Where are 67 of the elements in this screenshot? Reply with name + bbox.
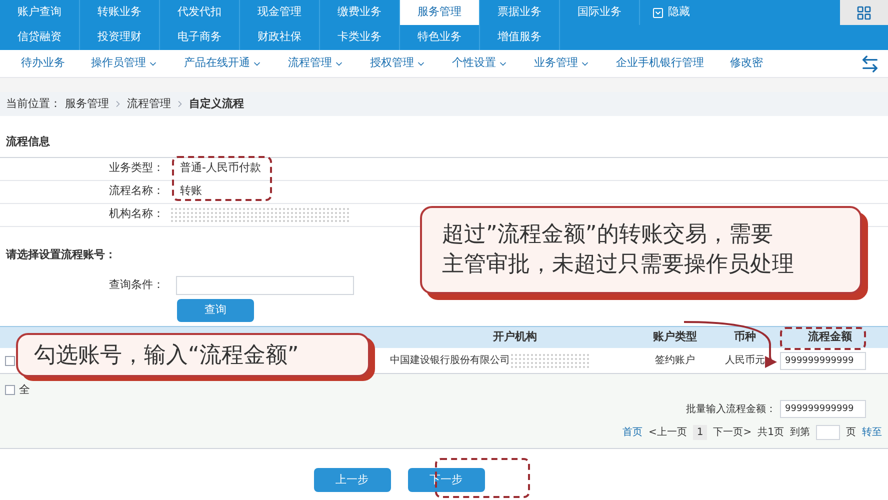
submenu-item[interactable]: 修改密 bbox=[717, 55, 776, 72]
nav-tab[interactable]: 电子商务 bbox=[160, 25, 240, 50]
page-number[interactable]: 1 bbox=[692, 424, 708, 440]
submenu-item[interactable]: 业务管理 bbox=[521, 55, 603, 72]
submenu-item[interactable]: 操作员管理 bbox=[78, 55, 171, 72]
query-button[interactable]: 查询 bbox=[177, 299, 254, 322]
collapse-icon bbox=[652, 6, 664, 18]
nav-tab[interactable]: 转账业务 bbox=[80, 0, 160, 25]
first-page-link[interactable]: 首页 bbox=[622, 424, 642, 440]
go-link[interactable]: 转至 bbox=[862, 424, 882, 440]
checkbox[interactable] bbox=[5, 356, 15, 366]
column-header: 币种 bbox=[734, 329, 756, 346]
submenu-item[interactable]: 待办业务 bbox=[8, 55, 78, 72]
table-cell-text: 中国建设银行股份有限公司 bbox=[390, 354, 510, 368]
field-value: 普通-人民币付款 bbox=[179, 160, 261, 176]
section-title: 流程信息 bbox=[6, 135, 50, 148]
nav-tab[interactable]: 信贷融资 bbox=[0, 25, 80, 50]
batch-amount-field[interactable]: 999999999999 bbox=[780, 400, 866, 418]
submenu-item[interactable]: 企业手机银行管理 bbox=[603, 55, 717, 72]
nav-tab[interactable]: 现金管理 bbox=[240, 0, 320, 25]
next-page-link[interactable]: 下一页> bbox=[713, 424, 752, 440]
nav-tab[interactable]: 卡类业务 bbox=[320, 25, 400, 50]
column-header: 开户机构 bbox=[493, 329, 537, 346]
nav-tab[interactable]: 代发代扣 bbox=[160, 0, 240, 25]
callout-text: 超过”流程金额”的转账交易，需要 bbox=[442, 221, 774, 249]
breadcrumb-item: 自定义流程 bbox=[189, 96, 244, 112]
breadcrumb-label: 当前位置： bbox=[6, 96, 61, 112]
nav-tab[interactable]: 国际业务 bbox=[560, 0, 640, 25]
field-label: 查询条件： bbox=[108, 276, 165, 293]
nav-tab[interactable]: 财政社保 bbox=[240, 25, 320, 50]
field-label: 业务类型： bbox=[108, 160, 165, 176]
checkbox[interactable] bbox=[5, 385, 15, 395]
goto-label: 页 bbox=[846, 426, 856, 440]
field-label: 流程名称： bbox=[108, 183, 165, 200]
column-header: 流程金额 bbox=[808, 329, 852, 346]
step-button[interactable]: 上一步 bbox=[314, 468, 390, 492]
callout-text: 主管审批，未超过只需要操作员处理 bbox=[442, 251, 795, 279]
submenu-item[interactable]: 授权管理 bbox=[357, 55, 439, 72]
section-title: 请选择设置流程账号： bbox=[6, 248, 116, 260]
nav-tab[interactable]: 账户查询 bbox=[0, 0, 80, 25]
grid-icon[interactable] bbox=[856, 4, 872, 20]
breadcrumb-item[interactable]: 流程管理 bbox=[127, 96, 171, 112]
page-total: 共1页 bbox=[758, 426, 784, 440]
prev-page-link[interactable]: <上一页 bbox=[648, 424, 687, 440]
hide-toggle[interactable]: 隐藏 bbox=[640, 0, 702, 25]
field-value: 转账 bbox=[179, 183, 202, 200]
field-label: 机构名称： bbox=[108, 206, 165, 222]
column-header: 账户类型 bbox=[653, 329, 697, 346]
swap-icon[interactable] bbox=[860, 54, 880, 74]
submenu-item[interactable]: 流程管理 bbox=[275, 55, 357, 72]
submenu-item[interactable]: 产品在线开通 bbox=[171, 55, 275, 72]
page-field[interactable] bbox=[816, 424, 840, 440]
nav-tab[interactable]: 投资理财 bbox=[80, 25, 160, 50]
amount-field[interactable]: 999999999999 bbox=[780, 352, 866, 370]
nav-tab[interactable]: 特色业务 bbox=[400, 25, 480, 50]
query-field[interactable] bbox=[176, 276, 354, 294]
breadcrumb-item[interactable]: 服务管理 bbox=[65, 96, 109, 112]
select-all-label: 全 bbox=[19, 382, 30, 398]
nav-tab[interactable]: 增值服务 bbox=[480, 25, 560, 50]
table-cell-text: 签约账户 bbox=[654, 354, 696, 368]
field-label: 批量输入流程金额： bbox=[686, 402, 776, 416]
submenu-item[interactable]: 个性设置 bbox=[439, 55, 521, 72]
nav-tab[interactable]: 服务管理 bbox=[400, 0, 480, 25]
callout-text: 勾选账号，输入“流程金额” bbox=[34, 342, 299, 370]
goto-label: 到第 bbox=[790, 426, 810, 440]
table-cell-text: 人民币元 bbox=[724, 354, 766, 368]
nav-tab[interactable]: 票据业务 bbox=[480, 0, 560, 25]
